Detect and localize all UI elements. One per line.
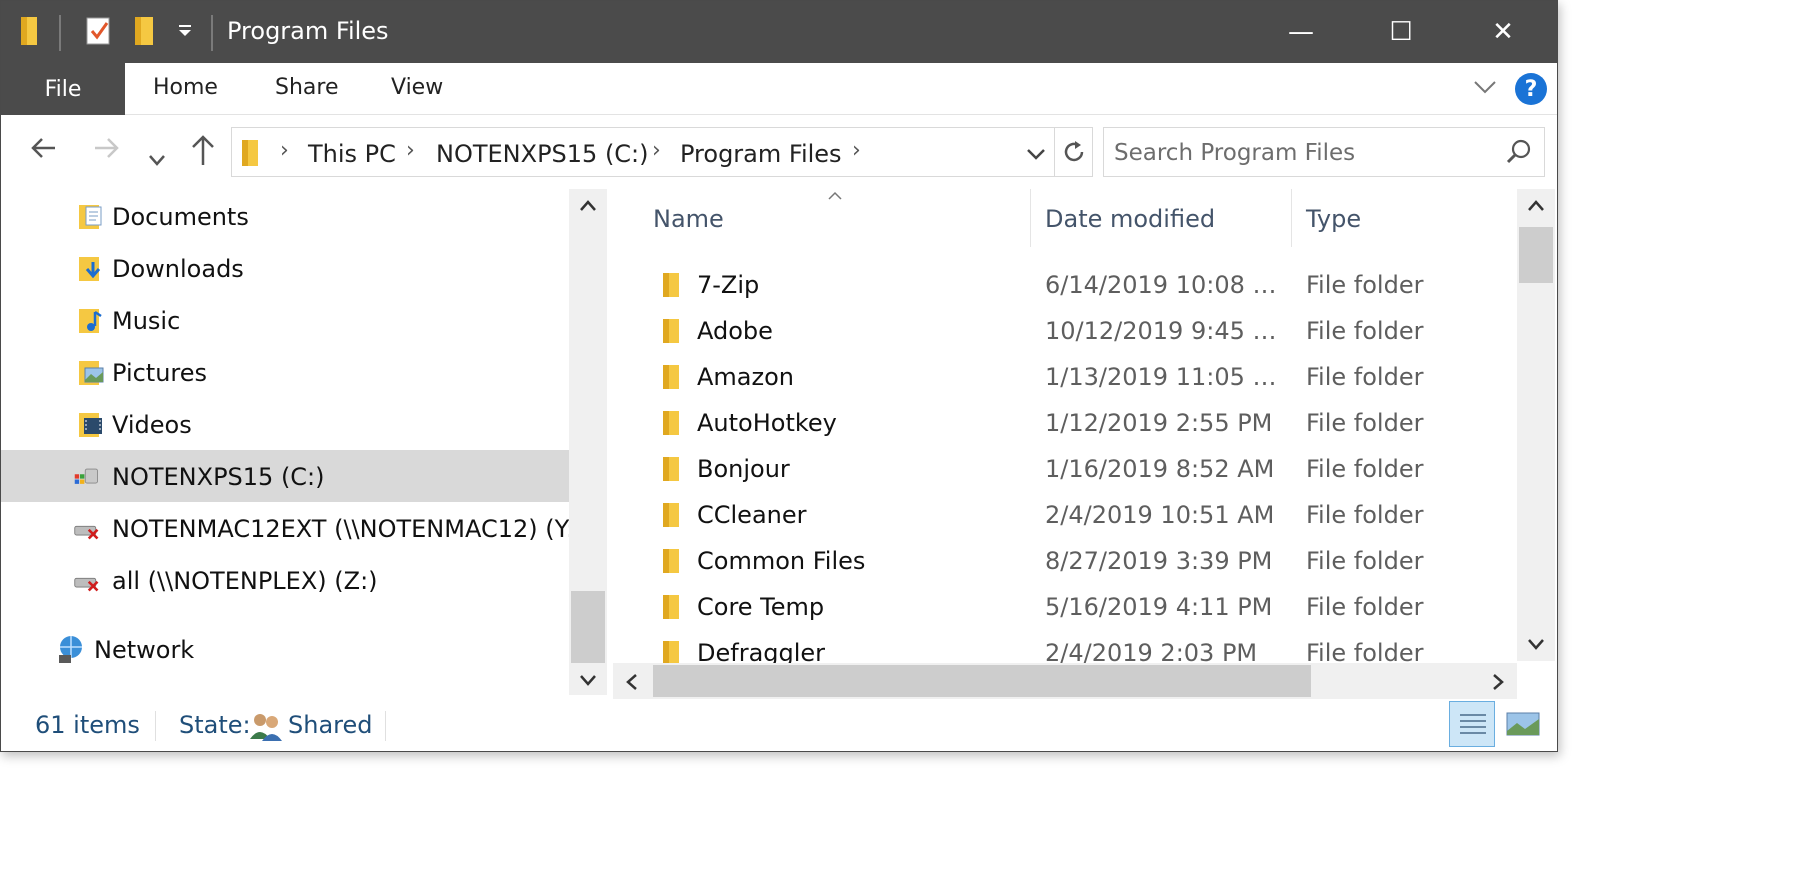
nav-item-videos[interactable]: Videos	[1, 398, 569, 450]
scroll-down-arrow-icon[interactable]	[579, 673, 597, 687]
table-row[interactable]: Bonjour 1/16/2019 8:52 AM File folder	[613, 447, 1517, 493]
state-label: State:	[179, 711, 251, 739]
close-button[interactable]: ✕	[1453, 1, 1553, 63]
folder-icon	[663, 457, 679, 481]
properties-icon[interactable]	[85, 15, 113, 51]
nav-item-pictures[interactable]: Pictures	[1, 346, 569, 398]
file-list-vertical-scroll-thumb[interactable]	[1519, 227, 1553, 283]
folder-icon	[663, 411, 679, 435]
table-row[interactable]: Core Temp 5/16/2019 4:11 PM File folder	[613, 585, 1517, 631]
breadcrumb-chevron-icon[interactable]: ›	[652, 138, 661, 163]
breadcrumb-program-files[interactable]: Program Files	[680, 140, 842, 168]
documents-folder-icon	[79, 205, 102, 229]
item-count: 61 items	[35, 711, 140, 739]
column-header-name[interactable]: Name	[653, 205, 724, 233]
shared-users-icon	[250, 714, 282, 741]
customize-toolbar-chevron-icon[interactable]	[177, 23, 193, 43]
table-row[interactable]: CCleaner 2/4/2019 10:51 AM File folder	[613, 493, 1517, 539]
back-arrow-icon[interactable]	[29, 133, 59, 171]
folder-icon	[663, 319, 679, 343]
address-bar[interactable]: › This PC › NOTENXPS15 (C:) › Program Fi…	[231, 127, 1055, 177]
music-folder-icon	[79, 309, 102, 333]
folder-icon	[663, 365, 679, 389]
nav-item-downloads[interactable]: Downloads	[1, 242, 569, 294]
address-history-chevron-icon[interactable]	[1026, 146, 1046, 165]
maximize-button[interactable]: ☐	[1351, 1, 1451, 63]
file-list-horizontal-scrollbar[interactable]	[613, 663, 1517, 699]
nav-pane-scroll-thumb[interactable]	[571, 591, 605, 663]
nav-pane-scrollbar[interactable]	[569, 189, 607, 695]
up-arrow-icon[interactable]	[189, 133, 217, 175]
folder-icon	[663, 273, 679, 297]
scroll-left-arrow-icon[interactable]	[625, 673, 639, 691]
network-icon	[59, 636, 82, 663]
folder-icon	[663, 549, 679, 573]
large-icons-view-icon	[1506, 712, 1540, 736]
tab-home[interactable]: Home	[153, 75, 218, 100]
sort-ascending-icon	[828, 191, 842, 200]
folder-icon	[663, 503, 679, 527]
tab-share[interactable]: Share	[275, 75, 339, 100]
downloads-folder-icon	[79, 257, 101, 281]
explorer-window: Program Files — ☐ ✕ File Home Share View…	[0, 0, 1558, 752]
navigation-pane: Documents Downloads Music Pictures Video…	[1, 189, 607, 695]
tab-view[interactable]: View	[391, 75, 443, 100]
scroll-right-arrow-icon[interactable]	[1491, 673, 1505, 691]
column-header-date-modified[interactable]: Date modified	[1045, 205, 1215, 233]
file-list-vertical-scrollbar[interactable]	[1517, 189, 1555, 661]
table-row[interactable]: Amazon 1/13/2019 11:05 A... File folder	[613, 355, 1517, 401]
expand-ribbon-chevron-icon[interactable]	[1473, 77, 1497, 101]
refresh-button[interactable]	[1055, 127, 1093, 177]
folder-icon	[663, 595, 679, 619]
nav-item-documents[interactable]: Documents	[1, 190, 569, 242]
nav-item-network-drive-y[interactable]: NOTENMAC12EXT (\\NOTENMAC12) (Y:)	[1, 502, 569, 554]
state-value: Shared	[288, 711, 373, 739]
nav-item-music[interactable]: Music	[1, 294, 569, 346]
ribbon: File Home Share View ?	[1, 63, 1557, 115]
column-header-type[interactable]: Type	[1306, 205, 1361, 233]
search-box[interactable]	[1103, 127, 1545, 177]
scroll-up-arrow-icon[interactable]	[1527, 199, 1545, 213]
recent-locations-chevron-icon[interactable]	[147, 141, 167, 176]
disconnected-network-drive-icon	[74, 577, 99, 592]
scroll-down-arrow-icon[interactable]	[1527, 637, 1545, 651]
minimize-button[interactable]: —	[1251, 1, 1351, 63]
refresh-icon	[1064, 141, 1083, 162]
new-folder-icon[interactable]	[133, 15, 157, 51]
file-list: 7-Zip 6/14/2019 10:08 P... File folder A…	[613, 263, 1517, 663]
nav-item-network-drive-z[interactable]: all (\\NOTENPLEX) (Z:)	[1, 554, 569, 606]
disconnected-network-drive-icon	[74, 525, 99, 540]
scroll-up-arrow-icon[interactable]	[579, 199, 597, 213]
table-row[interactable]: Common Files 8/27/2019 3:39 PM File fold…	[613, 539, 1517, 585]
table-row[interactable]: AutoHotkey 1/12/2019 2:55 PM File folder	[613, 401, 1517, 447]
local-drive-icon	[74, 468, 98, 484]
large-icons-view-button[interactable]	[1501, 701, 1547, 747]
breadcrumb-chevron-icon[interactable]: ›	[406, 138, 415, 163]
folder-icon	[240, 138, 262, 172]
folder-icon	[663, 641, 679, 663]
nav-item-local-drive[interactable]: NOTENXPS15 (C:)	[1, 450, 569, 502]
details-view-icon	[1460, 714, 1486, 734]
table-row[interactable]: Adobe 10/12/2019 9:45 A... File folder	[613, 309, 1517, 355]
breadcrumb-chevron-icon[interactable]: ›	[852, 138, 861, 163]
breadcrumb-this-pc[interactable]: This PC	[308, 140, 396, 168]
help-button[interactable]: ?	[1515, 73, 1547, 105]
table-row[interactable]: 7-Zip 6/14/2019 10:08 P... File folder	[613, 263, 1517, 309]
nav-item-network[interactable]: Network	[1, 623, 569, 675]
breadcrumb-drive[interactable]: NOTENXPS15 (C:)	[436, 140, 649, 168]
file-list-horizontal-scroll-thumb[interactable]	[653, 665, 1311, 697]
table-row[interactable]: Defraggler 2/4/2019 2:03 PM File folder	[613, 631, 1517, 663]
forward-arrow-icon[interactable]	[91, 133, 121, 171]
search-input[interactable]	[1114, 138, 1494, 168]
tab-file[interactable]: File	[1, 63, 125, 115]
title-bar: Program Files — ☐ ✕	[1, 1, 1557, 63]
pictures-folder-icon	[79, 361, 104, 385]
breadcrumb-chevron-icon[interactable]: ›	[280, 138, 289, 163]
details-view-button[interactable]	[1449, 701, 1495, 747]
search-icon[interactable]	[1506, 139, 1532, 169]
videos-folder-icon	[79, 413, 102, 437]
folder-icon[interactable]	[19, 15, 41, 51]
window-title: Program Files	[227, 17, 389, 45]
